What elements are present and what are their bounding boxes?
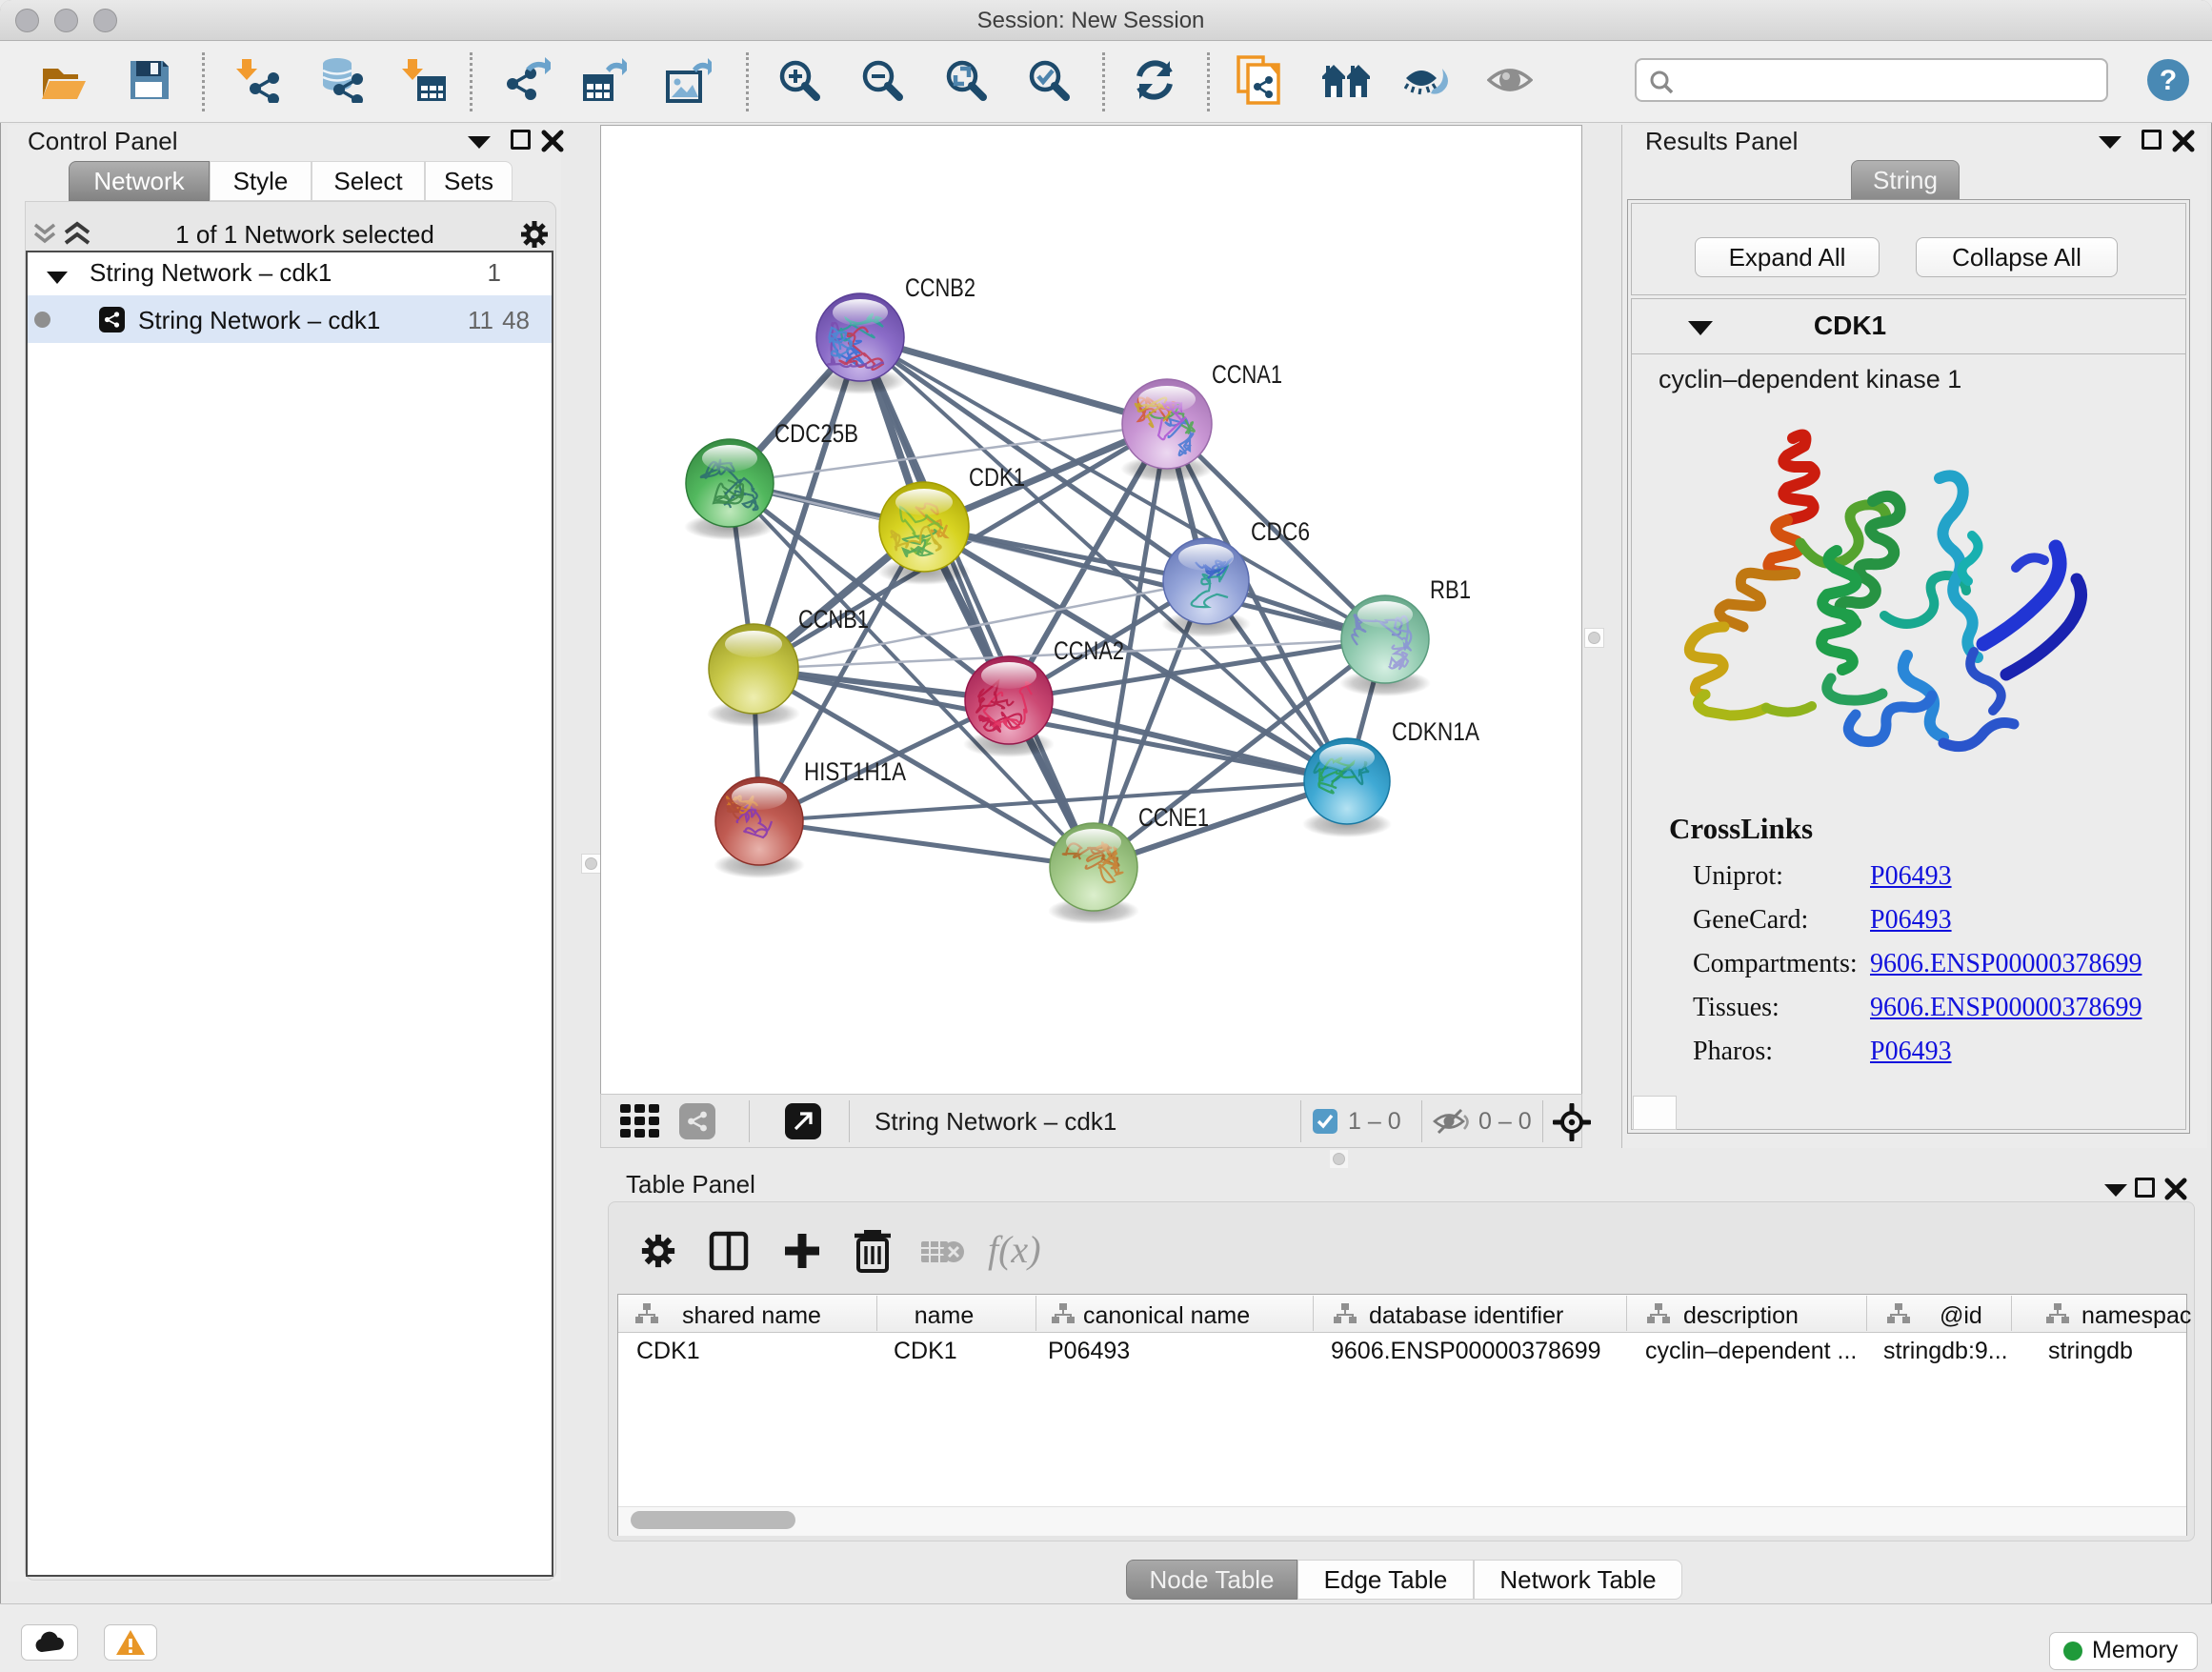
svg-text:HIST1H1A: HIST1H1A <box>804 757 906 786</box>
svg-text:CCNB1: CCNB1 <box>798 605 869 634</box>
svg-text:CCNB2: CCNB2 <box>905 273 975 302</box>
svg-text:CDKN1A: CDKN1A <box>1392 717 1479 746</box>
svg-text:?: ? <box>2160 65 2177 96</box>
svg-text:CCNE1: CCNE1 <box>1138 803 1209 832</box>
svg-text:RB1: RB1 <box>1430 575 1471 604</box>
svg-text:CDK1: CDK1 <box>969 463 1025 492</box>
svg-text:CCNA2: CCNA2 <box>1054 636 1124 665</box>
svg-text:CCNA1: CCNA1 <box>1212 360 1282 389</box>
svg-text:CDC25B: CDC25B <box>774 419 858 448</box>
svg-text:CDC6: CDC6 <box>1251 517 1310 546</box>
